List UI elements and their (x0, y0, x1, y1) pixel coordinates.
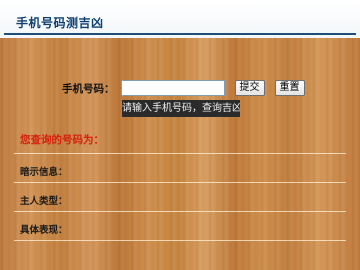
hint-label: 暗示信息： (20, 167, 68, 178)
phone-query-form: 手机号码： 提交 重置 (62, 78, 315, 98)
divider (14, 240, 346, 241)
divider (14, 211, 346, 212)
header-divider (4, 33, 356, 35)
page-header: 手机号码测吉凶 (0, 0, 360, 38)
divider (14, 182, 346, 183)
page-title: 手机号码测吉凶 (16, 16, 104, 30)
phone-label: 手机号码： (62, 82, 115, 95)
owner-type-label: 主人类型： (20, 196, 68, 207)
detail-label: 具体表现： (20, 225, 68, 236)
submit-button[interactable]: 提交 (234, 80, 265, 96)
reset-button[interactable]: 重置 (274, 80, 305, 96)
divider (14, 153, 346, 154)
input-tooltip: 请输入手机号码，查询吉凶 (122, 100, 240, 117)
result-title: 您查询的号码为： (20, 134, 104, 146)
phone-input[interactable] (120, 80, 225, 96)
